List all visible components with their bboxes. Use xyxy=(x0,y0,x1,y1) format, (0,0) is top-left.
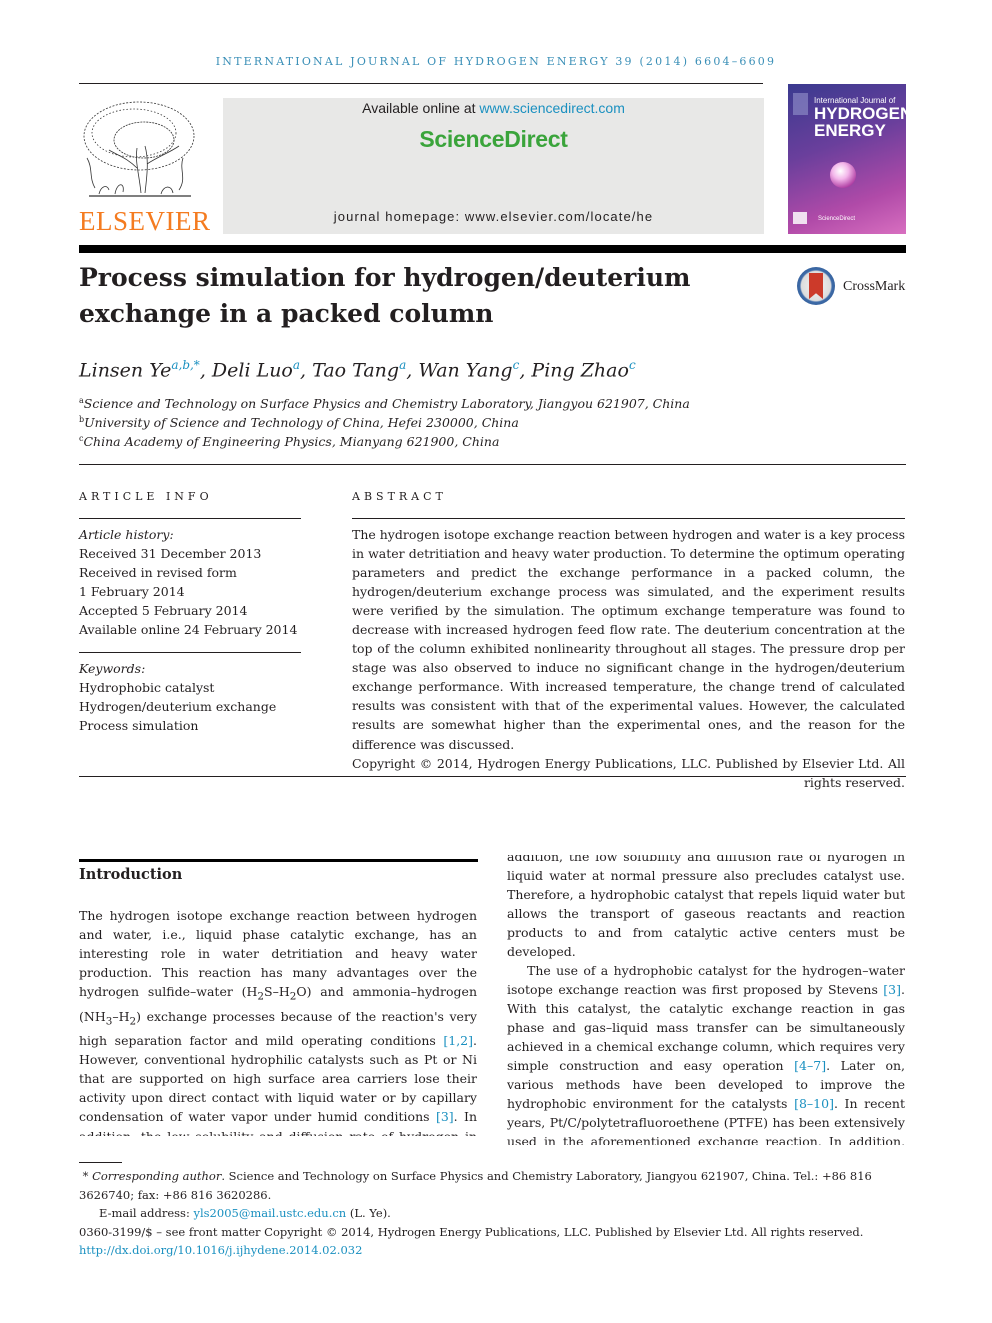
cover-emblem xyxy=(793,212,807,224)
citation-link[interactable]: [3] xyxy=(883,982,901,997)
author-name[interactable]: Wan Yang xyxy=(418,359,512,381)
author-marks[interactable]: a,b,* xyxy=(171,358,199,372)
cover-footer: ScienceDirect xyxy=(818,216,856,222)
citation-link[interactable]: [3] xyxy=(436,1109,454,1124)
sciencedirect-logo[interactable]: ScienceDirect xyxy=(223,126,764,153)
history-item: 1 February 2014 xyxy=(79,584,185,599)
sciencedirect-link[interactable]: www.sciencedirect.com xyxy=(479,100,625,116)
author-marks[interactable]: a xyxy=(293,358,300,372)
affiliation: cChina Academy of Engineering Physics, M… xyxy=(79,434,500,450)
abstract-body: The hydrogen isotope exchange reaction b… xyxy=(352,525,905,792)
elsevier-wordmark: ELSEVIER xyxy=(79,206,211,236)
keyword: Hydrogen/deuterium exchange xyxy=(79,699,277,714)
citation-link[interactable]: [1,2] xyxy=(443,1033,473,1048)
available-online: Available online at www.sciencedirect.co… xyxy=(362,100,625,116)
introduction-rule xyxy=(79,859,478,862)
doi-link[interactable]: http://dx.doi.org/10.1016/j.ijhydene.201… xyxy=(79,1241,906,1260)
cover-orb-graphic xyxy=(830,162,856,188)
introduction-heading: Introduction xyxy=(79,866,183,883)
affiliation: bUniversity of Science and Technology of… xyxy=(79,415,519,431)
article-info-heading: ARTICLE INFO xyxy=(79,490,213,503)
journal-homepage[interactable]: journal homepage: www.elsevier.com/locat… xyxy=(223,209,764,224)
history-item: Accepted 5 February 2014 xyxy=(79,603,248,618)
author-name[interactable]: Ping Zhao xyxy=(531,359,629,381)
article-title: Process simulation for hydrogen/deuteriu… xyxy=(79,263,691,328)
abstract-bottom-divider xyxy=(79,776,906,777)
footnote-rule xyxy=(79,1162,122,1163)
keywords-divider xyxy=(79,652,301,653)
keyword: Process simulation xyxy=(79,718,199,733)
journal-cover-image[interactable]: International Journal of HYDROGEN ENERGY… xyxy=(788,84,906,234)
introduction-paragraph: The use of a hydrophobic catalyst for th… xyxy=(507,962,905,1145)
email-link[interactable]: yls2005@mail.ustc.edu.cn xyxy=(193,1206,346,1220)
author-marks[interactable]: a xyxy=(399,358,406,372)
introduction-paragraph-continued: The hydrogen isotope exchange reaction b… xyxy=(507,855,905,959)
abstract-copyright: Copyright © 2014, Hydrogen Energy Public… xyxy=(352,755,905,790)
email-note: E-mail address: yls2005@mail.ustc.edu.cn… xyxy=(99,1206,391,1221)
running-head: INTERNATIONAL JOURNAL OF HYDROGEN ENERGY… xyxy=(215,55,777,68)
abstract-divider xyxy=(352,518,905,519)
top-rule xyxy=(79,83,763,84)
citation-link[interactable]: [4–7] xyxy=(794,1058,826,1073)
keywords-label: Keywords: xyxy=(79,661,146,676)
author-marks[interactable]: c xyxy=(513,358,520,372)
body-column-left: The hydrogen isotope exchange reaction b… xyxy=(79,906,477,1136)
history-item: Available online 24 February 2014 xyxy=(79,622,298,637)
affiliation-divider xyxy=(79,464,906,465)
elsevier-tree-icon xyxy=(83,101,195,197)
sciencedirect-banner: Available online at www.sciencedirect.co… xyxy=(223,98,764,234)
author-name[interactable]: Tao Tang xyxy=(312,359,399,381)
elsevier-logo[interactable]: ELSEVIER xyxy=(79,98,211,236)
introduction-paragraph: The hydrogen isotope exchange reaction b… xyxy=(79,908,477,1136)
header-divider xyxy=(79,245,906,253)
keywords: Keywords: Hydrophobic catalyst Hydrogen/… xyxy=(79,659,276,735)
citation-link[interactable]: [8–10] xyxy=(794,1096,834,1111)
history-item: Received in revised form xyxy=(79,565,237,580)
corresponding-author-note: * Corresponding author. Science and Tech… xyxy=(79,1169,872,1202)
abstract-text: The hydrogen isotope exchange reaction b… xyxy=(352,527,905,752)
author-list: Linsen Yea,b,*, Deli Luoa, Tao Tanga, Wa… xyxy=(79,358,636,382)
abstract-heading: ABSTRACT xyxy=(352,490,447,503)
crossmark-button[interactable]: CrossMark xyxy=(797,267,912,311)
keyword: Hydrophobic catalyst xyxy=(79,680,215,695)
front-matter: 0360-3199/$ – see front matter Copyright… xyxy=(79,1224,864,1239)
affiliation: aScience and Technology on Surface Physi… xyxy=(79,396,690,412)
cover-publisher-mark xyxy=(793,93,808,115)
crossmark-label: CrossMark xyxy=(843,279,906,294)
cover-title: HYDROGEN ENERGY xyxy=(814,104,906,140)
author-name[interactable]: Deli Luo xyxy=(212,359,293,381)
history-label: Article history: xyxy=(79,527,174,542)
history-item: Received 31 December 2013 xyxy=(79,546,262,561)
article-info-divider xyxy=(79,518,301,519)
article-history: Article history: Received 31 December 20… xyxy=(79,525,297,639)
author-name[interactable]: Linsen Ye xyxy=(79,359,171,381)
footnotes: * Corresponding author. Science and Tech… xyxy=(79,1167,906,1260)
body-column-right: The hydrogen isotope exchange reaction b… xyxy=(507,855,905,1145)
author-marks[interactable]: c xyxy=(629,358,636,372)
